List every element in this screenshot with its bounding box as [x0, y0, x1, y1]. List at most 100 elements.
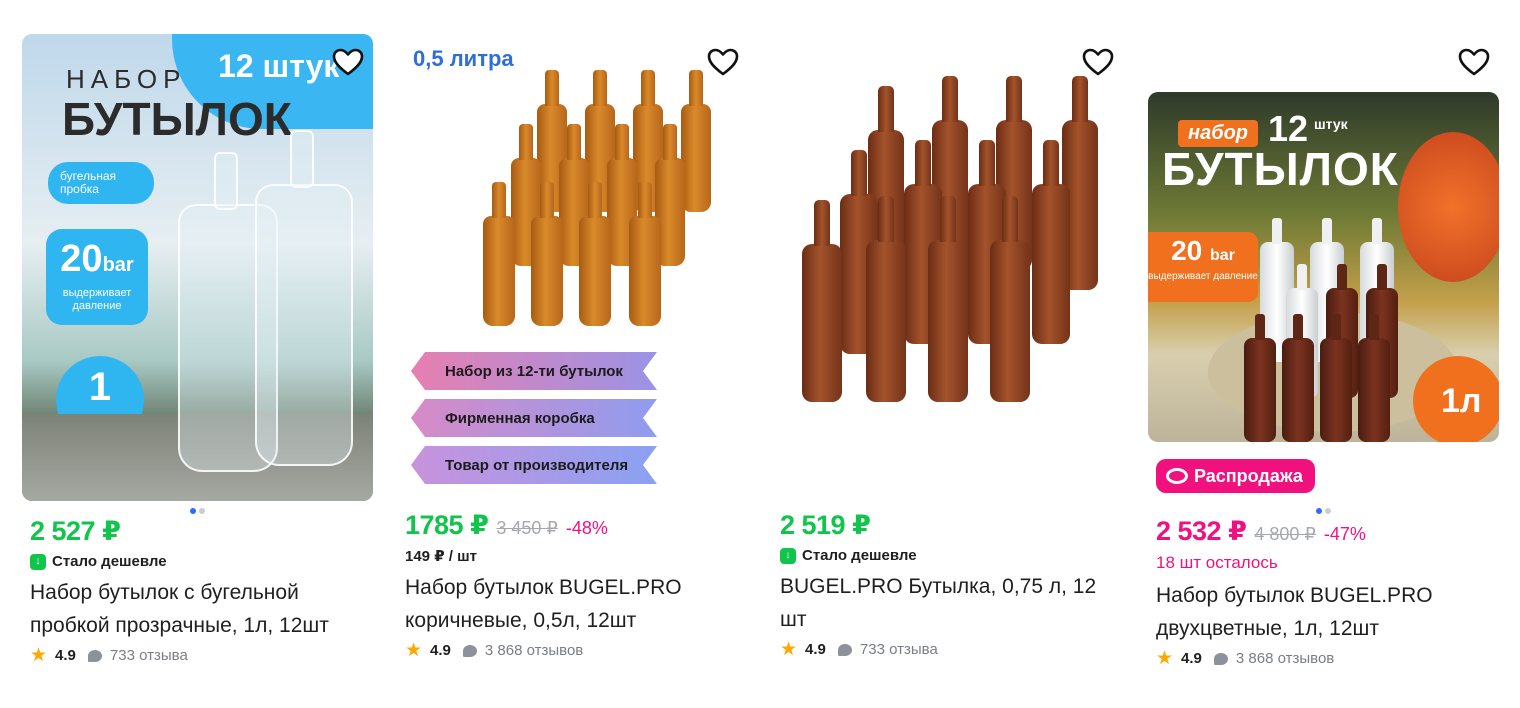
slider-dot-active[interactable]: [190, 508, 196, 514]
reviews-count: 3 868 отзывов: [1235, 650, 1335, 667]
image-badge-pressure: 20 bar выдерживает давление: [1148, 232, 1258, 302]
star-icon: ★: [1156, 648, 1174, 669]
amber-bottle: [629, 182, 661, 326]
image-badge-pressure: 20bar выдерживает давление: [46, 229, 148, 325]
brown-bottle: [866, 196, 906, 402]
pressure-text: выдерживает давление: [62, 287, 132, 312]
price: 2 527 ₽: [30, 516, 121, 546]
title-line: BUGEL.PRO Бутылка, 0,75 л, 12: [780, 575, 1097, 598]
amber-bottle: [681, 70, 711, 212]
price-row: 2 527 ₽: [30, 516, 370, 547]
price: 1785 ₽: [405, 510, 489, 540]
product-title[interactable]: Набор бутылок BUGEL.PRO двухцветные, 1л,…: [1156, 579, 1496, 645]
product-info: 2 527 ₽ ↓ Стало дешевле Набор бутылок с …: [30, 516, 370, 665]
old-price: 3 450 ₽: [496, 518, 558, 538]
brown-bottle: [1032, 140, 1070, 344]
pressure-unit: bar: [1210, 247, 1235, 264]
image-ribbon: Фирменная коробка: [411, 399, 657, 437]
slider-dot[interactable]: [1325, 508, 1331, 514]
pressure-text: выдерживает давление: [1148, 271, 1258, 282]
amber-bottle: [531, 182, 563, 326]
brown-bottle: [802, 200, 842, 402]
slider-dot[interactable]: [199, 508, 205, 514]
product-title[interactable]: BUGEL.PRO Бутылка, 0,75 л, 12 шт: [780, 570, 1120, 636]
price: 2 519 ₽: [780, 510, 871, 540]
speech-bubble-icon: [837, 643, 852, 656]
product-grid: НАБОР БУТЫЛОК 12 штук бугельная пробка 2…: [22, 34, 1502, 694]
favorite-heart-icon[interactable]: [1081, 46, 1115, 78]
brown-bottle: [928, 196, 968, 402]
favorite-heart-icon[interactable]: [331, 46, 365, 78]
image-text-count-unit: штук: [1314, 116, 1348, 132]
product-card[interactable]: набор 12 штук БУТЫЛОК 20 bar выдерживает…: [1148, 34, 1499, 694]
title-line: двухцветные, 1л, 12шт: [1156, 617, 1379, 640]
product-image[interactable]: набор 12 штук БУТЫЛОК 20 bar выдерживает…: [1148, 92, 1499, 442]
pressure-value: 20: [60, 238, 103, 280]
brown-bottle: [1358, 314, 1390, 442]
rating-score: 4.9: [1181, 650, 1202, 667]
price-row: 2 519 ₽: [780, 510, 1120, 541]
rating-score: 4.9: [430, 642, 451, 659]
reviews-count: 733 отзыва: [859, 641, 938, 658]
pressure-unit: bar: [102, 254, 134, 276]
image-badge-stopper: бугельная пробка: [48, 162, 154, 204]
stock-left: 18 шт осталось: [1156, 553, 1278, 572]
rating-row[interactable]: ★ 4.9 3 868 отзывов: [405, 641, 745, 660]
product-info: 2 532 ₽ 4 800 ₽ -47% 18 шт осталось Набо…: [1156, 516, 1496, 668]
image-ribbon: Товар от производителя: [411, 446, 657, 484]
favorite-heart-icon[interactable]: [706, 46, 740, 78]
product-image[interactable]: 0,5 литра Набор из 12-ти бутылок Фирменн…: [397, 34, 748, 501]
clear-bottle-neck: [214, 152, 238, 210]
reviews-count: 3 868 отзывов: [484, 642, 584, 659]
image-text-volume: 0,5 литра: [413, 46, 514, 71]
brown-bottle: [1282, 314, 1314, 442]
rating-row[interactable]: ★ 4.9 733 отзыва: [30, 646, 370, 665]
product-card[interactable]: 0,5 литра Набор из 12-ти бутылок Фирменн…: [397, 34, 748, 694]
price-row: 2 532 ₽ 4 800 ₽ -47%: [1156, 516, 1496, 547]
favorite-heart-icon[interactable]: [1457, 46, 1491, 78]
product-image[interactable]: [772, 34, 1123, 501]
sale-label: Распродажа: [1194, 465, 1303, 486]
image-slider-dots: [22, 508, 373, 514]
image-slider-dots: [1148, 508, 1499, 514]
rating-row[interactable]: ★ 4.9 3 868 отзывов: [1156, 649, 1496, 668]
price-down-icon: ↓: [30, 553, 46, 570]
sale-badge: Распродажа: [1156, 459, 1315, 493]
old-price: 4 800 ₽: [1254, 524, 1316, 544]
star-icon: ★: [405, 640, 423, 661]
price-row: 1785 ₽ 3 450 ₽ -48%: [405, 510, 745, 541]
image-ribbon: Набор из 12-ти бутылок: [411, 352, 657, 390]
product-title[interactable]: Набор бутылок BUGEL.PRO коричневые, 0,5л…: [405, 571, 745, 637]
amber-bottle: [483, 182, 515, 326]
rating-row[interactable]: ★ 4.9 733 отзыва: [780, 640, 1120, 659]
title-line: Набор бутылок BUGEL.PRO: [1156, 584, 1433, 607]
volume-value: 1: [88, 365, 112, 409]
speech-bubble-icon: [1213, 652, 1228, 665]
title-line: шт: [780, 608, 807, 631]
product-image[interactable]: НАБОР БУТЫЛОК 12 штук бугельная пробка 2…: [22, 34, 373, 501]
product-card[interactable]: НАБОР БУТЫЛОК 12 штук бугельная пробка 2…: [22, 34, 373, 694]
rating-score: 4.9: [805, 641, 826, 658]
slider-dot-active[interactable]: [1316, 508, 1322, 514]
speech-bubble-icon: [462, 644, 477, 657]
image-text-bottles: БУТЫЛОК: [1162, 143, 1399, 195]
product-title[interactable]: Набор бутылок с бугельной пробкой прозра…: [30, 576, 370, 642]
title-line: Набор бутылок BUGEL.PRO: [405, 576, 682, 599]
sale-ring-icon: [1166, 468, 1188, 484]
title-line: коричневые, 0,5л, 12шт: [405, 609, 637, 632]
clear-bottle-neck: [290, 130, 314, 188]
star-icon: ★: [780, 639, 798, 660]
discount: -47%: [1323, 524, 1366, 544]
cheaper-badge: ↓ Стало дешевле: [780, 547, 1120, 564]
product-card[interactable]: 2 519 ₽ ↓ Стало дешевле BUGEL.PRO Бутылк…: [772, 34, 1123, 694]
price: 2 532 ₽: [1156, 516, 1247, 546]
clear-bottle: [255, 184, 353, 466]
pressure-value: 20: [1171, 235, 1203, 266]
amber-bottle: [579, 182, 611, 326]
image-text-bottles: БУТЫЛОК: [62, 93, 292, 145]
title-line: пробкой прозрачные, 1л, 12шт: [30, 614, 329, 637]
cheaper-badge: ↓ Стало дешевле: [30, 553, 370, 570]
product-info: 2 519 ₽ ↓ Стало дешевле BUGEL.PRO Бутылк…: [780, 510, 1120, 659]
reviews-count: 733 отзыва: [109, 647, 188, 664]
image-badge-volume: 1л: [1413, 356, 1499, 442]
